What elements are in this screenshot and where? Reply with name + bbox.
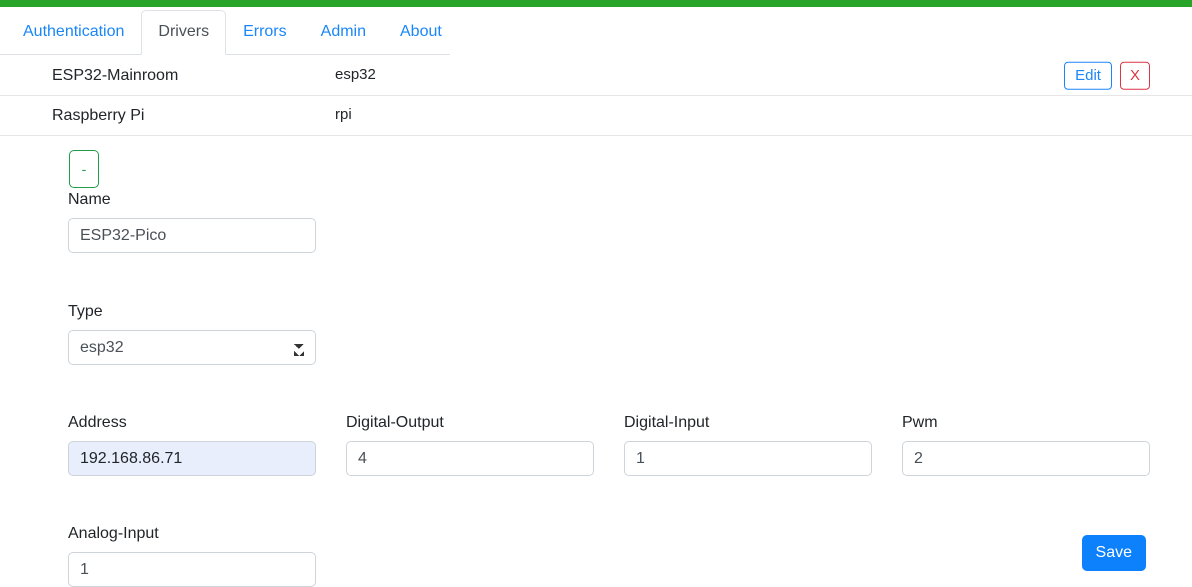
form-footer: Save [1081,535,1146,571]
tab-admin[interactable]: Admin [304,10,383,55]
field-name: Name [68,188,316,253]
field-type: Type esp32 [68,300,316,365]
tab-authentication[interactable]: Authentication [6,10,141,55]
digital-input-input[interactable] [624,441,872,476]
pwm-label: Pwm [902,414,938,431]
type-label: Type [68,303,103,320]
digital-input-label: Digital-Input [624,414,710,431]
analog-input-input[interactable] [68,552,316,587]
name-input[interactable] [68,218,316,253]
tab-drivers[interactable]: Drivers [141,10,227,55]
field-digital-input: Digital-Input [624,411,872,476]
address-input[interactable] [68,441,316,476]
form-row-type: Type esp32 [0,300,1192,365]
digital-output-input[interactable] [346,441,594,476]
pwm-input[interactable] [902,441,1150,476]
digital-output-label: Digital-Output [346,414,444,431]
tab-about[interactable]: About [383,10,459,55]
driver-type: esp32 [335,66,376,84]
collapse-toggle-button[interactable]: - [69,150,99,188]
field-address: Address [68,411,316,476]
save-button[interactable]: Save [1081,535,1146,571]
row-actions: Edit X [1064,61,1150,90]
driver-name: ESP32-Mainroom [52,66,179,84]
tab-errors[interactable]: Errors [226,10,304,55]
form-row-analog: Analog-Input [0,522,1192,587]
driver-name: Raspberry Pi [52,106,145,124]
top-accent-bar [0,0,1192,7]
field-pwm: Pwm [902,411,1150,476]
driver-edit-form: Name Type esp32 Address Digital-Output D… [0,188,1192,587]
edit-button[interactable]: Edit [1064,61,1112,90]
table-row[interactable]: Raspberry Pi rpi [0,96,1192,136]
driver-type: rpi [335,106,352,124]
name-label: Name [68,191,111,208]
form-row-pins: Address Digital-Output Digital-Input Pwm [0,411,1192,476]
address-label: Address [68,414,127,431]
field-digital-output: Digital-Output [346,411,594,476]
form-row-name: Name [0,188,1192,253]
driver-list: ESP32-Mainroom esp32 Edit X Raspberry Pi… [0,56,1192,136]
field-analog-input: Analog-Input [68,522,316,587]
main-tab-bar: Authentication Drivers Errors Admin Abou… [0,7,450,55]
type-select[interactable]: esp32 [68,330,316,365]
delete-button[interactable]: X [1119,61,1150,90]
analog-input-label: Analog-Input [68,525,159,542]
table-row[interactable]: ESP32-Mainroom esp32 Edit X [0,56,1192,96]
